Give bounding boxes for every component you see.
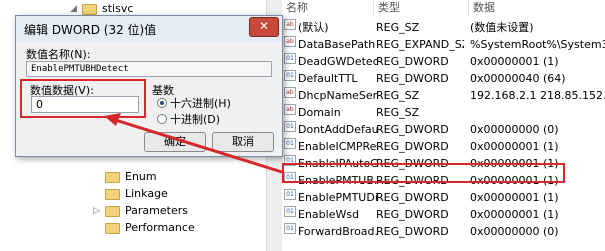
annotation-arrow-head — [104, 113, 121, 126]
annotation-arrow-line — [111, 117, 283, 174]
annotation-arrow — [104, 113, 283, 174]
